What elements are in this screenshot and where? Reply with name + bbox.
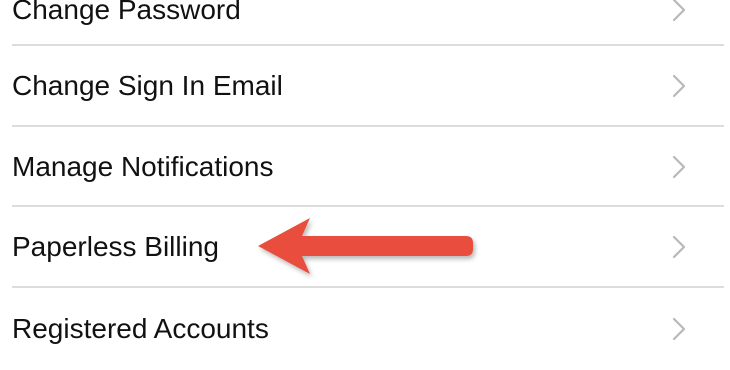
settings-item-label: Change Sign In Email <box>12 69 283 101</box>
chevron-right-icon <box>672 317 686 341</box>
settings-item-change-sign-in-email[interactable]: Change Sign In Email <box>0 46 730 125</box>
settings-item-paperless-billing[interactable]: Paperless Billing <box>0 207 730 286</box>
settings-list: Change Password Change Sign In Email Man… <box>0 0 730 343</box>
settings-item-registered-accounts[interactable]: Registered Accounts <box>0 288 730 370</box>
settings-item-label: Paperless Billing <box>12 230 219 262</box>
settings-item-label: Manage Notifications <box>12 150 274 182</box>
settings-item-change-password[interactable]: Change Password <box>0 0 730 49</box>
settings-item-label: Registered Accounts <box>12 313 269 344</box>
settings-item-label: Change Password <box>12 0 241 25</box>
chevron-right-icon <box>672 155 686 178</box>
chevron-right-icon <box>672 0 686 21</box>
settings-item-manage-notifications[interactable]: Manage Notifications <box>0 127 730 206</box>
chevron-right-icon <box>672 235 686 258</box>
chevron-right-icon <box>672 74 686 97</box>
